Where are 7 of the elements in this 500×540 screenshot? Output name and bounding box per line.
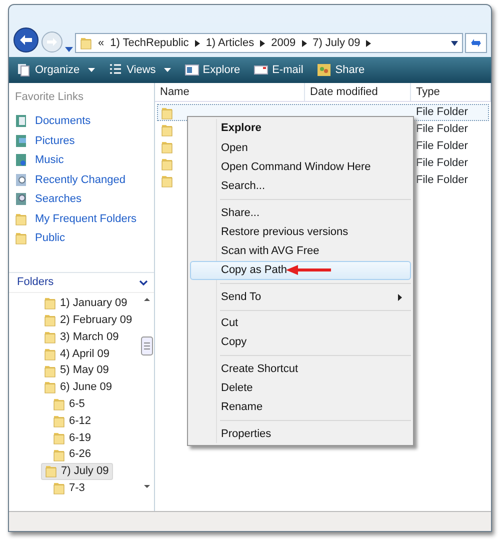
type-text: File Folder — [416, 122, 468, 138]
section-title: Favorite Links — [15, 90, 84, 105]
type-text: File Folder — [416, 173, 468, 188]
type-text: File Folder — [416, 105, 468, 120]
type-text: File Folder — [416, 156, 468, 172]
section-title: Folders — [17, 275, 54, 290]
type-text: File Folder — [416, 139, 468, 154]
